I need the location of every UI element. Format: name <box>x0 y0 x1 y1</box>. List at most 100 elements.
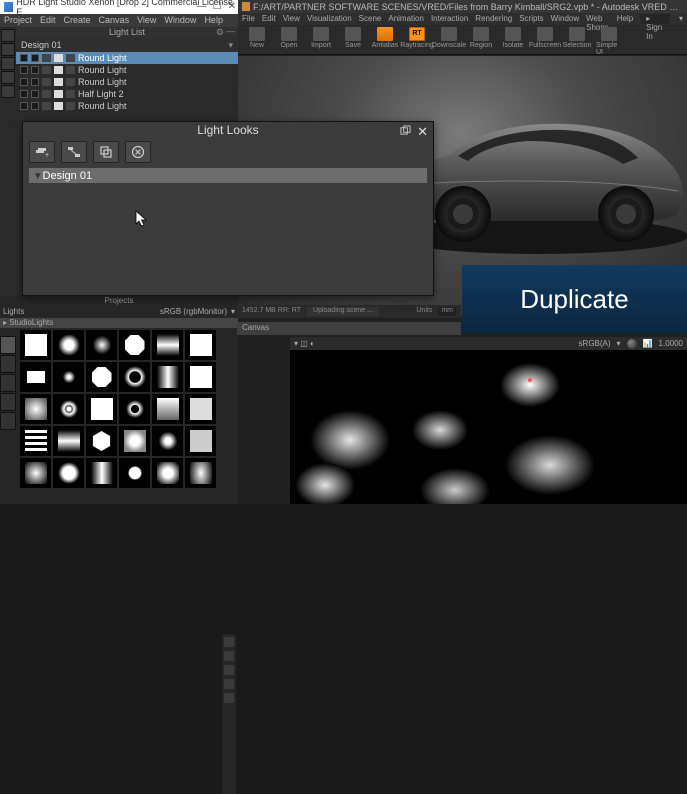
preset-thumb[interactable] <box>119 458 150 488</box>
side-icon[interactable] <box>224 651 234 661</box>
preset-thumb[interactable] <box>152 362 183 392</box>
duplicate-look-button[interactable] <box>93 141 119 163</box>
preset-tab[interactable] <box>0 336 16 354</box>
close-icon[interactable]: ✕ <box>228 1 236 12</box>
light-row[interactable]: Half Light 2 <box>16 88 238 100</box>
light-row[interactable]: Round Light <box>16 76 238 88</box>
menu-edit[interactable]: Edit <box>40 15 56 26</box>
preset-thumb[interactable] <box>86 458 117 488</box>
menu-window[interactable]: Window <box>164 15 196 26</box>
menu-interaction[interactable]: Interaction <box>431 14 468 24</box>
delete-look-button[interactable] <box>125 141 151 163</box>
units-value[interactable]: mm <box>438 307 456 316</box>
hdrls-title-bar[interactable]: HDR Light Studio Xenon [Drop 2] Commerci… <box>0 0 238 14</box>
chevron-down-icon[interactable]: ▾ <box>617 339 621 348</box>
menu-visualization[interactable]: Visualization <box>307 14 352 24</box>
menu-file[interactable]: File <box>242 14 255 24</box>
add-look-button[interactable]: + <box>29 141 55 163</box>
menu-window[interactable]: Window <box>551 14 579 24</box>
menu-canvas[interactable]: Canvas <box>99 15 130 26</box>
preset-thumb[interactable] <box>53 394 84 424</box>
preset-thumb[interactable] <box>152 394 183 424</box>
side-icon[interactable] <box>224 637 234 647</box>
chevron-down-icon[interactable]: ▾ <box>679 14 683 24</box>
histogram-icon[interactable]: 📊 <box>643 339 653 348</box>
render-view[interactable] <box>290 350 687 504</box>
preset-thumb[interactable] <box>185 458 216 488</box>
menu-view[interactable]: View <box>137 15 156 26</box>
lights-label[interactable]: Lights <box>3 307 24 317</box>
preset-thumb[interactable] <box>185 362 216 392</box>
preset-thumb[interactable] <box>185 330 216 360</box>
colorspace-dropdown[interactable]: sRGB(A) <box>579 339 611 348</box>
preset-thumb[interactable] <box>119 330 150 360</box>
chevron-down-icon[interactable]: ▾ <box>231 307 235 317</box>
tb-region[interactable]: Region <box>466 27 496 49</box>
preset-thumb[interactable] <box>86 426 117 456</box>
menu-edit[interactable]: Edit <box>262 14 276 24</box>
preset-thumb[interactable] <box>53 330 84 360</box>
menu-project[interactable]: Project <box>4 15 32 26</box>
preset-tab[interactable] <box>0 412 16 430</box>
tb-open[interactable]: Open <box>274 27 304 49</box>
tool-icon[interactable] <box>1 71 15 84</box>
preset-thumb[interactable] <box>86 394 117 424</box>
preset-thumb[interactable] <box>119 426 150 456</box>
preset-thumb[interactable] <box>20 362 51 392</box>
preset-thumb[interactable] <box>20 426 51 456</box>
look-item-selected[interactable]: ▾Design 01 <box>29 168 427 183</box>
popout-icon[interactable] <box>400 125 411 139</box>
light-row[interactable]: Round Light <box>16 100 238 112</box>
tool-icon[interactable] <box>1 43 15 56</box>
monitor-label[interactable]: sRGB (rgbMonitor) <box>160 307 227 317</box>
maximize-icon[interactable]: ☐ <box>213 1 222 12</box>
preset-thumb[interactable] <box>20 330 51 360</box>
tb-isolate[interactable]: Isolate <box>498 27 528 49</box>
preset-thumb[interactable] <box>53 458 84 488</box>
light-row[interactable]: Round Light <box>16 52 238 64</box>
preset-tab[interactable] <box>0 355 16 373</box>
side-icon[interactable] <box>224 693 234 703</box>
chevron-down-icon[interactable]: ▾ <box>228 40 233 51</box>
preset-tab[interactable] <box>0 374 16 392</box>
menu-scripts[interactable]: Scripts <box>519 14 543 24</box>
vred-title-bar[interactable]: F:/ART/PARTNER SOFTWARE SCENES/VRED/File… <box>238 0 687 13</box>
design-row[interactable]: Design 01 ▾ <box>16 38 238 52</box>
preset-tab[interactable] <box>0 393 16 411</box>
tool-icon[interactable] <box>1 85 15 98</box>
preset-thumb[interactable] <box>185 426 216 456</box>
menu-scene[interactable]: Scene <box>359 14 382 24</box>
light-looks-title-bar[interactable]: Light Looks ✕ <box>23 122 433 140</box>
tb-downscale[interactable]: Downscale <box>434 27 464 49</box>
tb-fullscreen[interactable]: Fullscreen <box>530 27 560 49</box>
preset-thumb[interactable] <box>86 362 117 392</box>
link-look-button[interactable] <box>61 141 87 163</box>
side-icon[interactable] <box>224 679 234 689</box>
preset-thumb[interactable] <box>119 362 150 392</box>
tb-raytracing[interactable]: RTRaytracing <box>402 27 432 49</box>
exposure-value[interactable]: 1.0000 <box>659 339 683 348</box>
preset-thumb[interactable] <box>20 394 51 424</box>
render-controls-left[interactable]: ▾ ◫ ◐ <box>294 339 315 348</box>
preset-thumb[interactable] <box>53 362 84 392</box>
tb-simpleui[interactable]: Simple UI <box>594 27 624 56</box>
sign-in-button[interactable]: ▸ Sign In <box>640 14 670 24</box>
tb-save[interactable]: Save <box>338 27 368 49</box>
canvas-bar[interactable]: Canvas <box>237 322 461 335</box>
menu-help[interactable]: Help <box>204 15 223 26</box>
tb-new[interactable]: New <box>242 27 272 49</box>
preset-thumb[interactable] <box>53 426 84 456</box>
tool-icon[interactable] <box>1 57 15 70</box>
studio-lights-header[interactable]: ▸ StudioLights <box>0 318 238 328</box>
tb-antialias[interactable]: Antialias <box>370 27 400 49</box>
menu-create[interactable]: Create <box>64 15 91 26</box>
light-row[interactable]: Round Light <box>16 64 238 76</box>
preset-thumb[interactable] <box>119 394 150 424</box>
side-icon[interactable] <box>224 665 234 675</box>
menu-help[interactable]: Help <box>617 14 633 24</box>
menu-rendering[interactable]: Rendering <box>475 14 512 24</box>
preset-thumb[interactable] <box>86 330 117 360</box>
tb-import[interactable]: Import <box>306 27 336 49</box>
preset-thumb[interactable] <box>152 330 183 360</box>
light-looks-panel[interactable]: Light Looks ✕ + ▾Design 01 <box>22 121 434 296</box>
